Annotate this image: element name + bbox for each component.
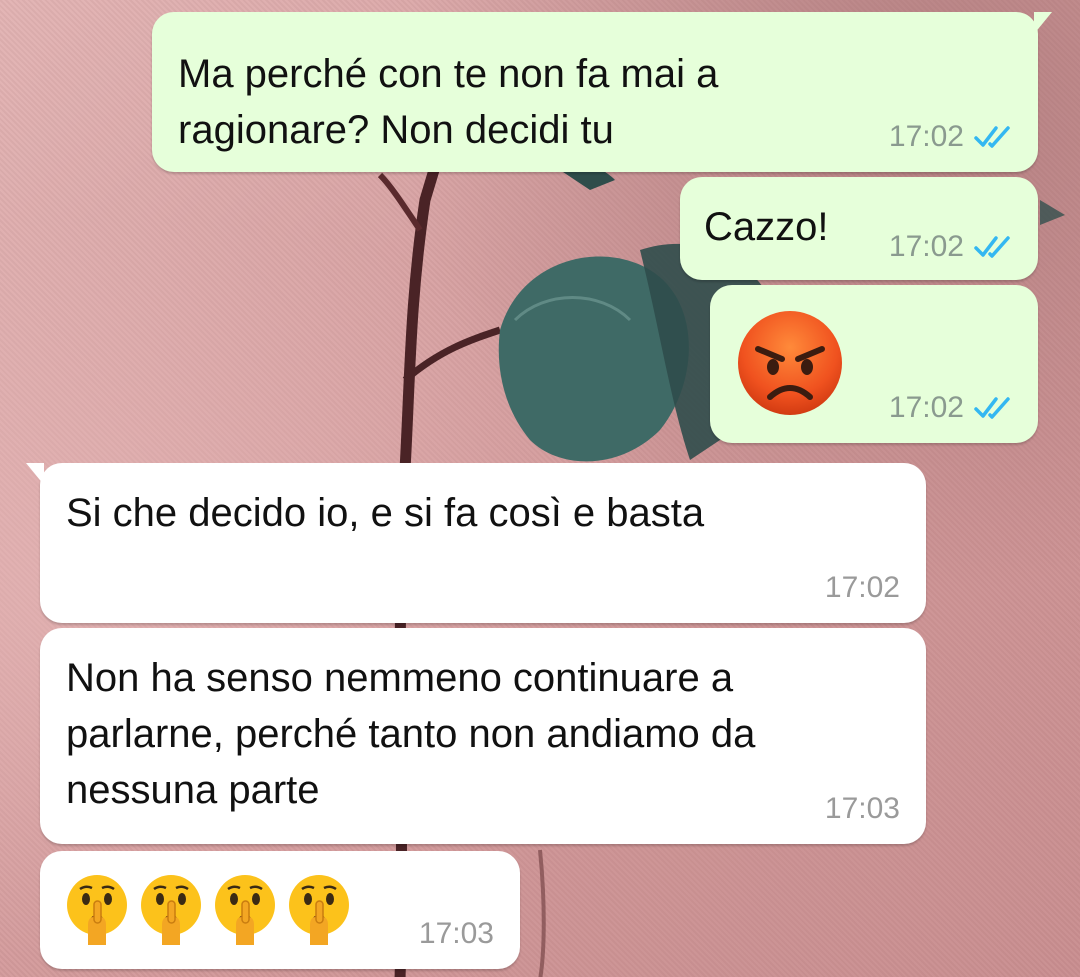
message-meta: 17:02: [825, 571, 900, 605]
shushing-face-icon: [141, 875, 201, 945]
message-time: 17:02: [888, 120, 964, 153]
emoji-row: [64, 873, 352, 945]
shushing-face-icon: [215, 875, 275, 945]
incoming-message-bubble[interactable]: Non ha senso nemmeno continuare a parlar…: [40, 628, 926, 844]
double-check-icon: [974, 126, 1010, 148]
message-text: Si che decido io, e si fa così e basta: [66, 491, 705, 535]
double-check-icon: [974, 397, 1010, 419]
message-time: 17:02: [888, 230, 964, 263]
message-text: Ma perché con te non fa mai a ragionare?…: [178, 52, 719, 152]
message-time: 17:03: [418, 917, 494, 950]
angry-face-icon: [738, 311, 842, 415]
outgoing-message-bubble[interactable]: Cazzo! 17:02: [680, 177, 1038, 280]
shushing-face-icon: [67, 875, 127, 945]
message-time: 17:02: [888, 391, 964, 424]
message-text: Non ha senso nemmeno continuare a parlar…: [66, 656, 756, 812]
message-time: 17:02: [824, 571, 900, 604]
message-meta: 17:03: [419, 917, 494, 951]
message-meta: 17:02: [889, 230, 1016, 264]
message-time: 17:03: [824, 792, 900, 825]
double-check-icon: [974, 236, 1010, 258]
incoming-emoji-bubble[interactable]: 17:03: [40, 851, 520, 969]
message-meta: 17:02: [889, 391, 1016, 425]
incoming-message-bubble[interactable]: Si che decido io, e si fa così e basta 1…: [26, 463, 926, 623]
outgoing-emoji-bubble[interactable]: 17:02: [710, 285, 1038, 443]
message-text: Cazzo!: [704, 205, 829, 249]
message-meta: 17:03: [825, 792, 900, 826]
shushing-face-icon: [289, 875, 349, 945]
outgoing-message-bubble[interactable]: Ma perché con te non fa mai a ragionare?…: [152, 12, 1052, 172]
message-meta: 17:02: [889, 120, 1016, 154]
